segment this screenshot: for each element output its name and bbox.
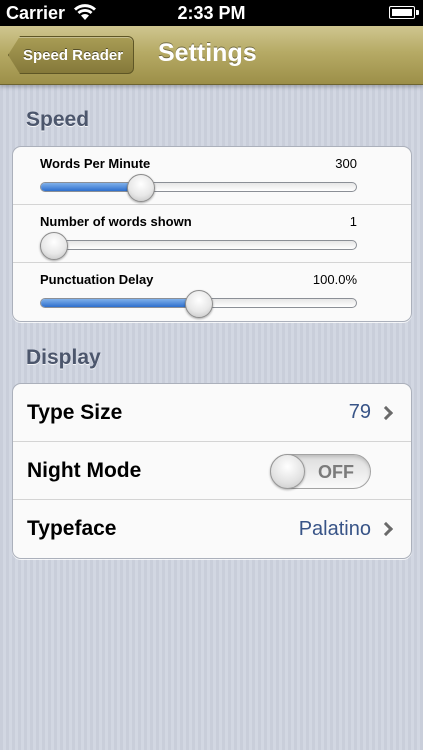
type-size-label: Type Size [27, 400, 123, 424]
slider-row-words-shown: Number of words shown 1 [13, 205, 411, 263]
night-mode-label: Night Mode [27, 458, 142, 482]
page-title: Settings [158, 39, 257, 67]
slider-track[interactable] [40, 240, 357, 250]
slider-label: Number of words shown [40, 214, 192, 229]
status-time: 2:33 PM [177, 3, 246, 23]
section-header-speed: Speed [26, 108, 90, 131]
speed-settings-group: Words Per Minute 300 Number of words sho… [12, 146, 412, 322]
slider-thumb[interactable] [40, 232, 68, 260]
slider-row-words-per-minute: Words Per Minute 300 [13, 147, 411, 205]
night-mode-toggle[interactable]: OFF [270, 454, 371, 489]
typeface-value: Palatino [298, 517, 371, 540]
typeface-row[interactable]: Typeface Palatino [13, 500, 411, 558]
slider-value: 300 [335, 156, 357, 171]
slider-track[interactable] [40, 182, 357, 192]
type-size-row[interactable]: Type Size 79 [13, 384, 411, 442]
toggle-thumb [270, 454, 305, 489]
chevron-right-icon [378, 521, 394, 537]
slider-label: Words Per Minute [40, 156, 151, 171]
display-settings-group: Type Size 79 Night Mode OFF Typeface Pal… [12, 383, 412, 559]
type-size-value: 79 [348, 401, 371, 423]
night-mode-row: Night Mode OFF [13, 442, 411, 500]
back-button[interactable]: Speed Reader [8, 36, 135, 74]
status-bar: Carrier 2:33 PM [0, 0, 423, 26]
toggle-state-label: OFF [318, 462, 354, 482]
navigation-bar: Speed Reader Settings [0, 26, 423, 85]
slider-row-punctuation-delay: Punctuation Delay 100.0% [13, 263, 411, 321]
chevron-right-icon [378, 405, 394, 420]
typeface-label: Typeface [27, 517, 117, 540]
battery-icon [389, 6, 419, 19]
slider-value: 1 [349, 214, 357, 229]
slider-thumb[interactable] [126, 174, 155, 202]
section-header-display: Display [26, 346, 101, 369]
slider-label: Punctuation Delay [40, 272, 154, 287]
slider-thumb[interactable] [184, 290, 213, 318]
slider-value: 100.0% [312, 272, 357, 287]
